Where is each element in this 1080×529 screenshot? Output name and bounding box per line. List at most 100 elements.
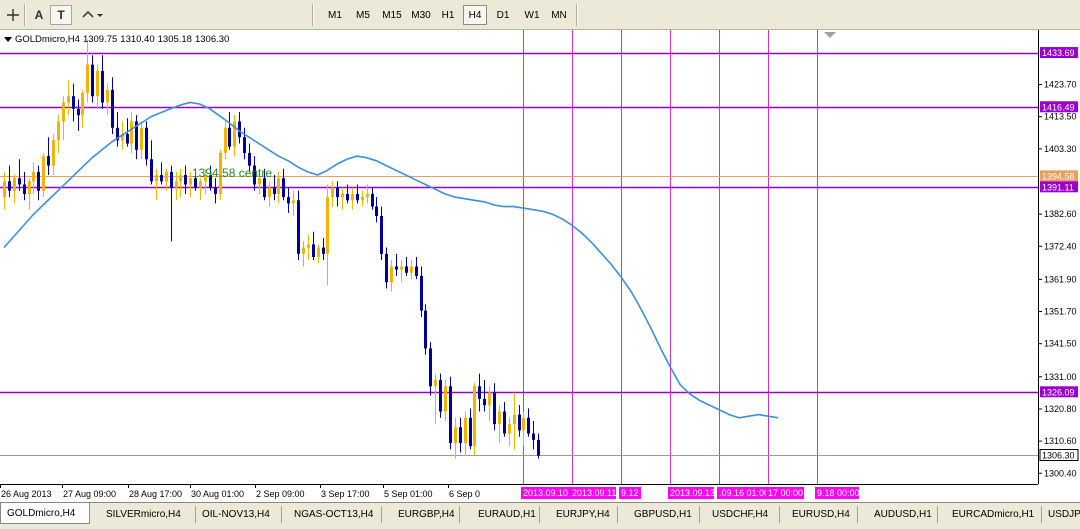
timeframe-h1-button[interactable]: H1	[436, 5, 460, 25]
candle-body	[292, 200, 295, 204]
candle-body	[199, 181, 202, 188]
candle-body	[513, 414, 516, 425]
timeframe-m1-button[interactable]: M1	[322, 5, 348, 25]
time-tick-label: 3 Sep 17:00	[321, 489, 370, 499]
candle-body	[3, 181, 6, 198]
tab-audusd-h1[interactable]: AUDUSD,H1	[858, 506, 938, 523]
chart-canvas[interactable]: 1394.58 centre 1423.70 1413.50 1403.30 1382.…	[0, 30, 1080, 502]
candle-body	[297, 200, 300, 254]
candle-body	[503, 411, 506, 434]
text-tool-label: A	[34, 8, 44, 22]
candle-body	[326, 197, 329, 254]
candle-body	[224, 127, 227, 153]
tab-goldmicro-h4[interactable]: GOLDmicro,H4	[0, 503, 90, 524]
timeframe-m15-button[interactable]: M15	[378, 5, 406, 25]
tab-eurjpy-h4[interactable]: EURJPY,H4	[540, 506, 618, 523]
candle-body	[81, 93, 84, 116]
toolbar-separator	[312, 4, 314, 26]
candle-body	[469, 417, 472, 447]
vertical-line-label: 9.12	[621, 488, 639, 498]
text-label-tool-button[interactable]: T	[50, 5, 72, 25]
price-tick-label: 1341.50	[1044, 339, 1077, 349]
candle-body	[498, 411, 501, 425]
chart-annotation-text: 1394.58 centre	[192, 166, 272, 180]
price-chart[interactable]: 1394.58 centre 1423.70 1413.50 1403.30 1382.…	[0, 30, 1080, 502]
candle-body	[28, 181, 31, 194]
candle-body	[86, 64, 89, 94]
price-tick-label: 1372.40	[1044, 241, 1077, 251]
candle-body	[380, 216, 383, 254]
toolbar-separator	[24, 4, 26, 26]
candle-body	[101, 70, 104, 103]
ohlc-low: 1305.18	[157, 34, 192, 45]
level-price-label: 1433.69	[1042, 48, 1075, 58]
tab-gbpusd-h1[interactable]: GBPUSD,H1	[618, 506, 700, 523]
candle-body	[390, 266, 393, 283]
text-tool-button[interactable]: A	[28, 5, 50, 25]
price-tick-label: 1331.00	[1044, 372, 1077, 382]
candle-body	[277, 178, 280, 194]
candle-body	[508, 424, 511, 434]
price-tick-label: 1361.90	[1044, 274, 1077, 284]
price-tick-label: 1351.70	[1044, 307, 1077, 317]
tab-eurcadmicro-h1[interactable]: EURCADmicro,H1	[938, 506, 1042, 523]
current-price-label: 1306.30	[1042, 451, 1075, 461]
candle-body	[233, 121, 236, 147]
text-label-tool-label: T	[57, 8, 65, 22]
candle-body	[287, 197, 290, 204]
toolbar: A T M1 M5 M15 M30 H1 H4 D1 W1 MN	[0, 0, 1080, 30]
candle-body	[336, 187, 339, 198]
candle-body	[322, 247, 325, 254]
candle-body	[400, 266, 403, 270]
candle-body	[282, 178, 285, 198]
crosshair-tool-button[interactable]	[2, 5, 24, 25]
candle-body	[532, 433, 535, 440]
vertical-line-label: 2013.09.10	[523, 488, 568, 498]
timeframe-m30-button[interactable]: M30	[407, 5, 435, 25]
tab-usdchf-h4[interactable]: USDCHF,H4	[700, 506, 780, 523]
tab-oil-nov13-h4[interactable]: OIL-NOV13,H4	[196, 506, 282, 523]
candle-body	[371, 193, 374, 207]
candle-body	[366, 193, 369, 198]
time-tick-label: 30 Aug 01:00	[191, 489, 244, 499]
candle-body	[522, 417, 525, 431]
candle-body	[57, 121, 60, 141]
candle-body	[228, 127, 231, 147]
candle-body	[434, 379, 437, 387]
candle-body	[405, 266, 408, 273]
arrows-dropdown-icon	[82, 10, 103, 18]
symbol-header: GOLDmicro,H4 1309.75 1310.40 1305.18 130…	[4, 34, 229, 45]
timeframe-w1-button[interactable]: W1	[519, 5, 545, 25]
candle-body	[23, 184, 26, 194]
tab-euraud-h1[interactable]: EURAUD,H1	[460, 506, 540, 523]
arrows-tool-button[interactable]	[78, 5, 106, 25]
candle-body	[18, 178, 21, 185]
tab-eurgbp-h4[interactable]: EURGBP,H4	[382, 506, 460, 523]
level-price-label: 1391.11	[1042, 182, 1074, 192]
tab-usdjpy[interactable]: USDJPY	[1042, 506, 1080, 523]
price-tick-label: 1320.80	[1044, 404, 1077, 414]
tab-eurusd-h4[interactable]: EURUSD,H4	[780, 506, 858, 523]
timeframe-h4-button[interactable]: H4	[463, 5, 487, 25]
candle-body	[184, 175, 187, 185]
tab-ngas-oct13-h4[interactable]: NGAS-OCT13,H4	[282, 506, 382, 523]
candle-body	[155, 175, 158, 182]
candle-body	[317, 247, 320, 257]
candle-body	[361, 197, 364, 201]
candle-body	[346, 193, 349, 201]
candle-body	[429, 348, 432, 387]
candle-body	[312, 244, 315, 257]
candle-body	[67, 96, 70, 103]
ohlc-open: 1309.75	[82, 34, 118, 45]
candle-body	[13, 178, 16, 191]
candle-body	[331, 187, 334, 198]
timeframe-mn-button[interactable]: MN	[546, 5, 572, 25]
time-tick-label: 26 Aug 2013	[1, 489, 52, 499]
candle-body	[424, 310, 427, 349]
tab-silvermicro-h4[interactable]: SILVERmicro,H4	[92, 506, 196, 523]
timeframe-m5-button[interactable]: M5	[350, 5, 376, 25]
timeframe-d1-button[interactable]: D1	[491, 5, 515, 25]
candle-body	[8, 181, 11, 191]
candle-body	[77, 108, 80, 116]
time-tick-label: 5 Sep 01:00	[384, 489, 433, 499]
